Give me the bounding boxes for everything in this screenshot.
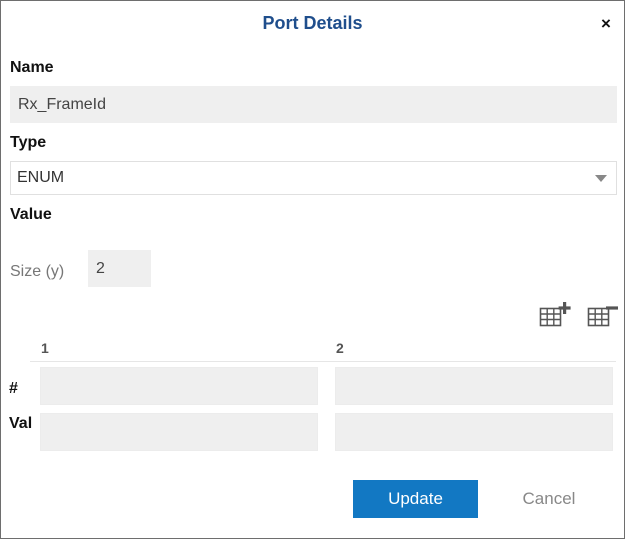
- size-input[interactable]: [88, 250, 151, 287]
- table-cell[interactable]: [40, 367, 318, 405]
- name-input[interactable]: [10, 86, 617, 123]
- dialog-title: Port Details: [262, 13, 363, 33]
- row-label-hash: #: [9, 380, 18, 397]
- table-cell[interactable]: [335, 413, 613, 451]
- close-icon[interactable]: ×: [598, 15, 614, 33]
- row-label-val: Val: [9, 415, 33, 432]
- table-cell[interactable]: [335, 367, 613, 405]
- type-select[interactable]: ENUM: [10, 161, 617, 195]
- table-remove-column-icon[interactable]: [587, 301, 619, 334]
- value-label: Value: [10, 206, 52, 223]
- size-label: Size (y): [10, 263, 65, 280]
- table-cell[interactable]: [40, 413, 318, 451]
- type-label: Type: [10, 134, 47, 151]
- table-add-column-icon[interactable]: [539, 301, 571, 334]
- table-header-divider: [30, 361, 616, 362]
- name-label: Name: [10, 59, 54, 76]
- cancel-button[interactable]: Cancel: [501, 480, 597, 518]
- column-header-1: 1: [41, 340, 49, 356]
- chevron-down-icon: [595, 175, 607, 182]
- type-selected-value: ENUM: [17, 169, 65, 186]
- port-details-dialog: Port Details × Name Type ENUM Value Size…: [0, 0, 625, 539]
- column-header-2: 2: [336, 340, 344, 356]
- update-button[interactable]: Update: [353, 480, 478, 518]
